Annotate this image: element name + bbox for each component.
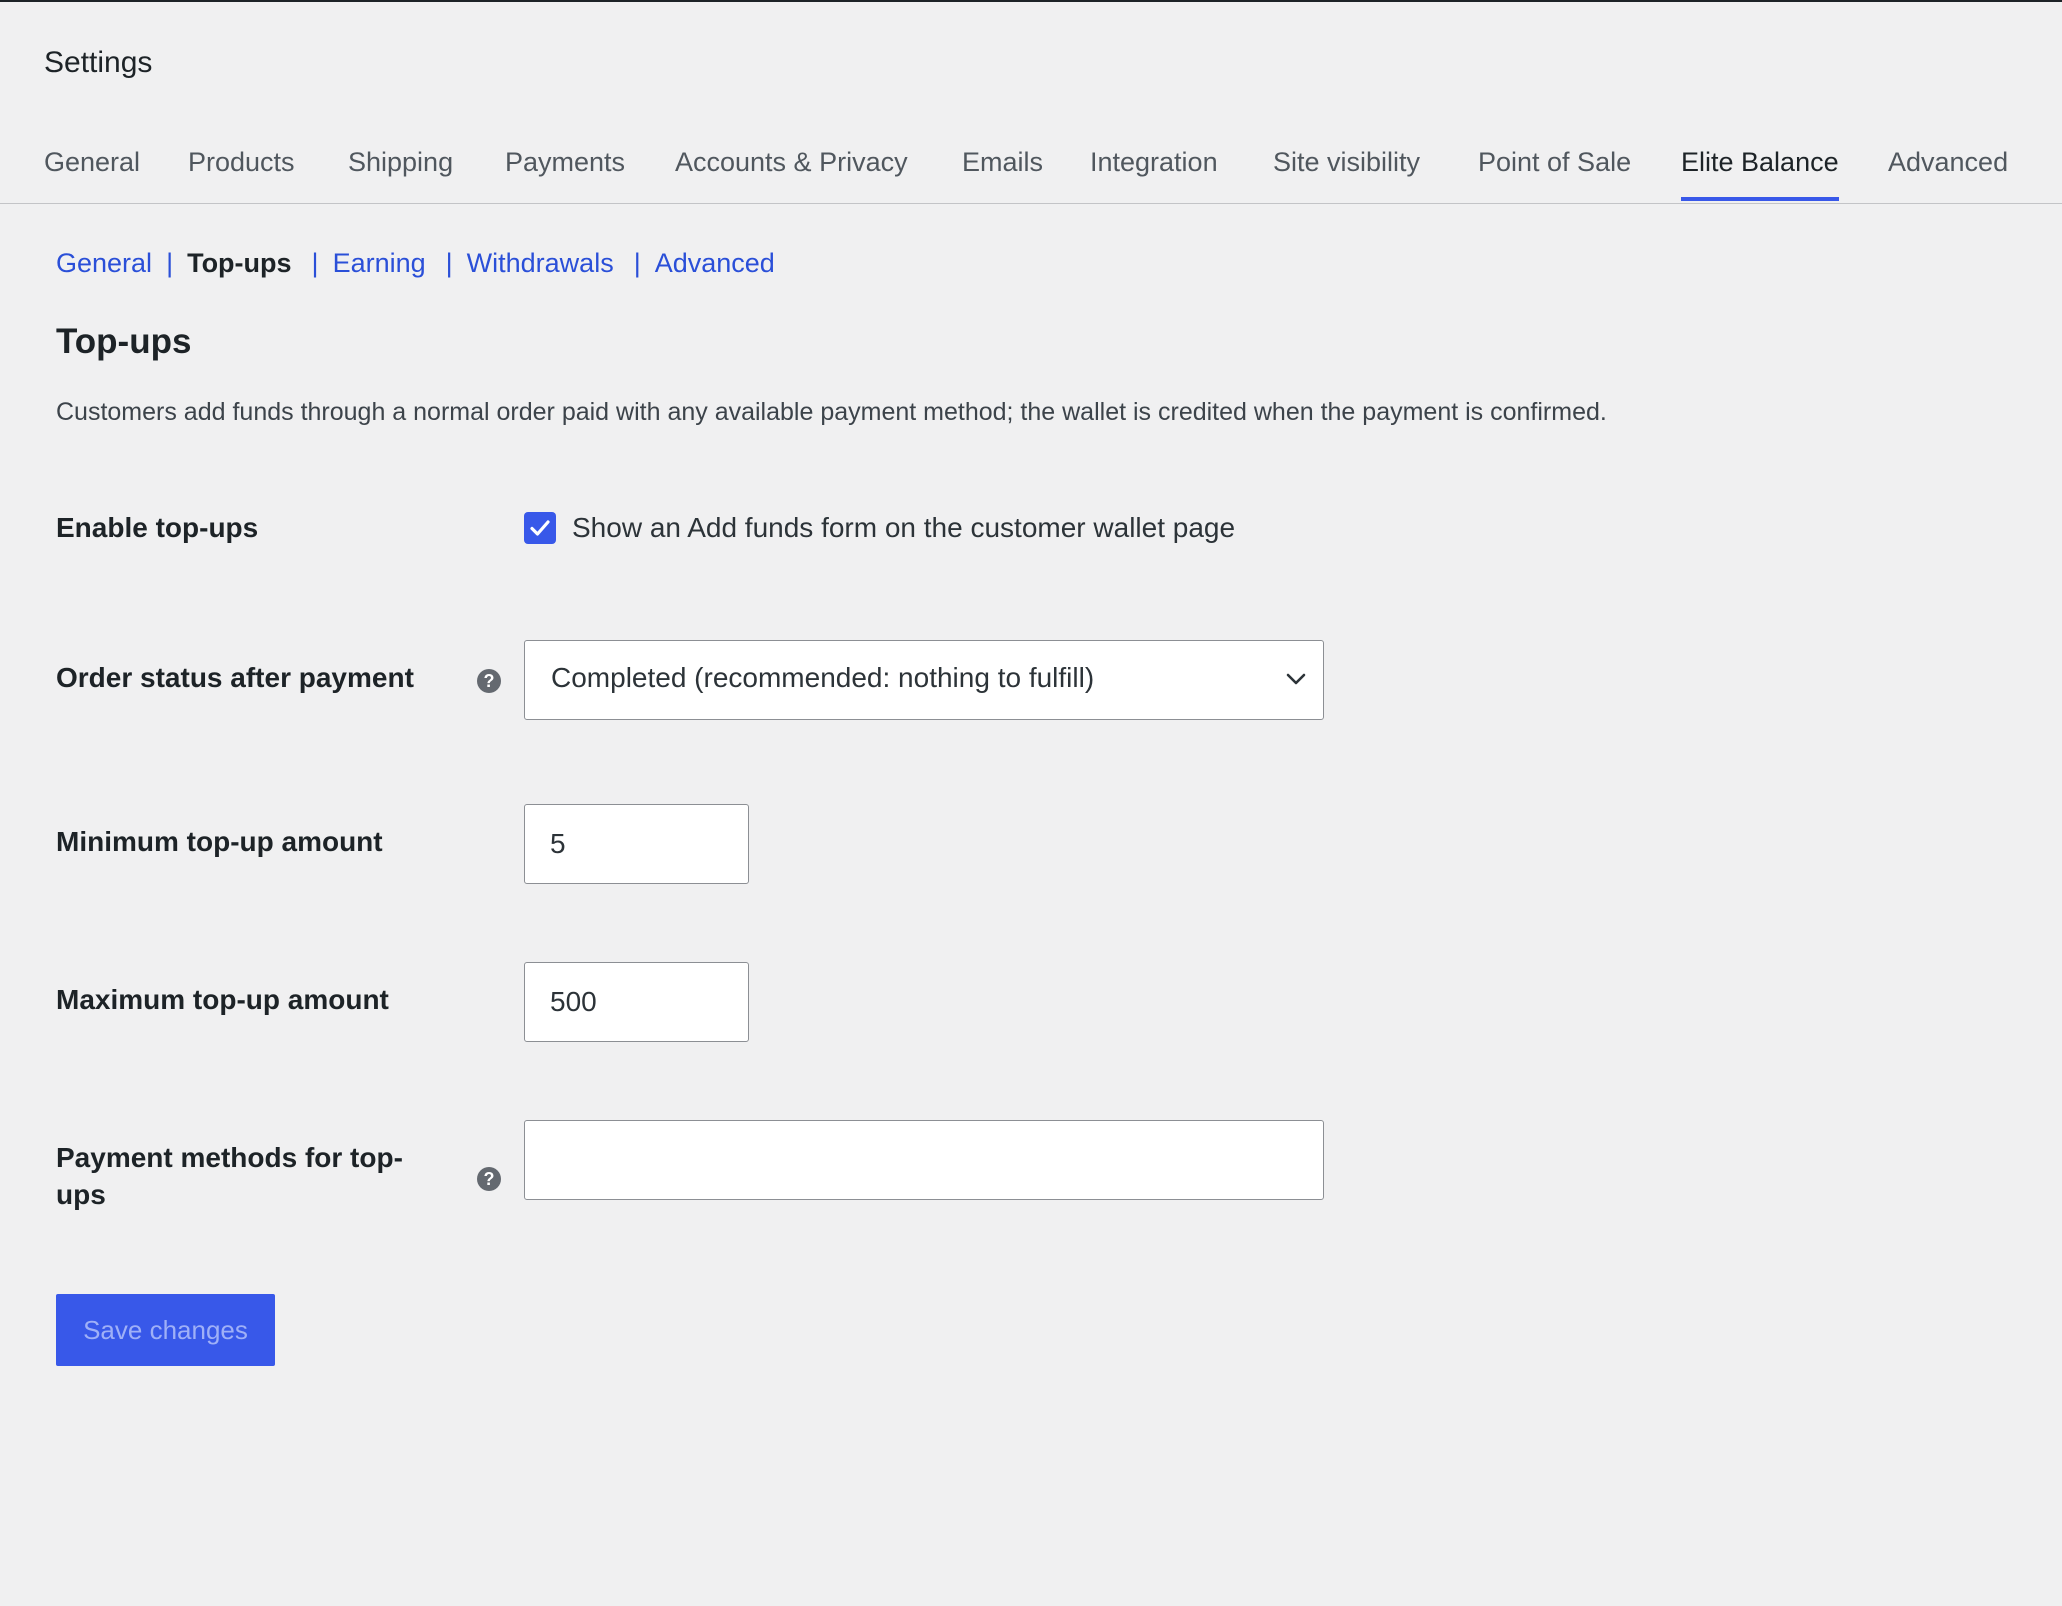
question-circle-icon[interactable]: ? (477, 669, 501, 693)
section-title: Top-ups (56, 322, 192, 361)
subnav-separator: | (311, 248, 319, 278)
tab-point-of-sale[interactable]: Point of Sale (1478, 147, 1631, 178)
enable-topups-checkbox[interactable] (524, 512, 556, 544)
subnav-earning[interactable]: Earning (333, 248, 426, 278)
subnav-separator: | (166, 248, 174, 278)
max-amount-label: Maximum top-up amount (56, 984, 389, 1015)
subnav-advanced[interactable]: Advanced (655, 248, 775, 278)
enable-topups-label: Enable top-ups (56, 512, 259, 543)
payment-methods-input[interactable] (524, 1120, 1324, 1200)
subnav-top-ups: Top-ups (187, 248, 292, 278)
tab-shipping[interactable]: Shipping (348, 147, 453, 178)
tab-emails[interactable]: Emails (962, 147, 1043, 178)
question-circle-icon[interactable]: ? (477, 1167, 501, 1191)
checkmark-icon (530, 520, 550, 536)
chevron-down-icon (1286, 673, 1306, 685)
payment-methods-label-line2: ups (56, 1179, 106, 1210)
subsection-nav: General | Top-ups | Earning | Withdrawals | Adva… (56, 248, 775, 279)
subnav-separator: | (445, 248, 453, 278)
order-status-label: Order status after payment (56, 662, 414, 693)
payment-methods-label-line1: Payment methods for top- (56, 1142, 403, 1173)
subnav-separator: | (633, 248, 641, 278)
order-status-select[interactable]: Completed (recommended: nothing to fulfi… (524, 640, 1324, 720)
payment-methods-label: Payment methods for top- ups (56, 1139, 403, 1213)
tab-payments[interactable]: Payments (505, 147, 625, 178)
tab-accounts-privacy[interactable]: Accounts & Privacy (675, 147, 908, 178)
tab-general[interactable]: General (44, 147, 140, 178)
save-changes-button[interactable]: Save changes (56, 1294, 275, 1366)
tab-integration[interactable]: Integration (1090, 147, 1218, 178)
tab-elite-balance[interactable]: Elite Balance (1681, 147, 1839, 201)
settings-tabs: General Products Shipping Payments Accou… (0, 130, 2062, 204)
section-description: Customers add funds through a normal ord… (56, 398, 1607, 426)
tab-advanced[interactable]: Advanced (1888, 147, 2008, 178)
max-amount-input[interactable] (524, 962, 749, 1042)
page-title: Settings (44, 46, 153, 79)
enable-topups-checkbox-label[interactable]: Show an Add funds form on the customer w… (572, 512, 1235, 544)
tab-site-visibility[interactable]: Site visibility (1273, 147, 1420, 178)
tab-products[interactable]: Products (188, 147, 295, 178)
subnav-general[interactable]: General (56, 248, 152, 278)
order-status-selected-value: Completed (recommended: nothing to fulfi… (551, 662, 1095, 693)
min-amount-label: Minimum top-up amount (56, 826, 383, 857)
min-amount-input[interactable] (524, 804, 749, 884)
subnav-withdrawals[interactable]: Withdrawals (467, 248, 614, 278)
